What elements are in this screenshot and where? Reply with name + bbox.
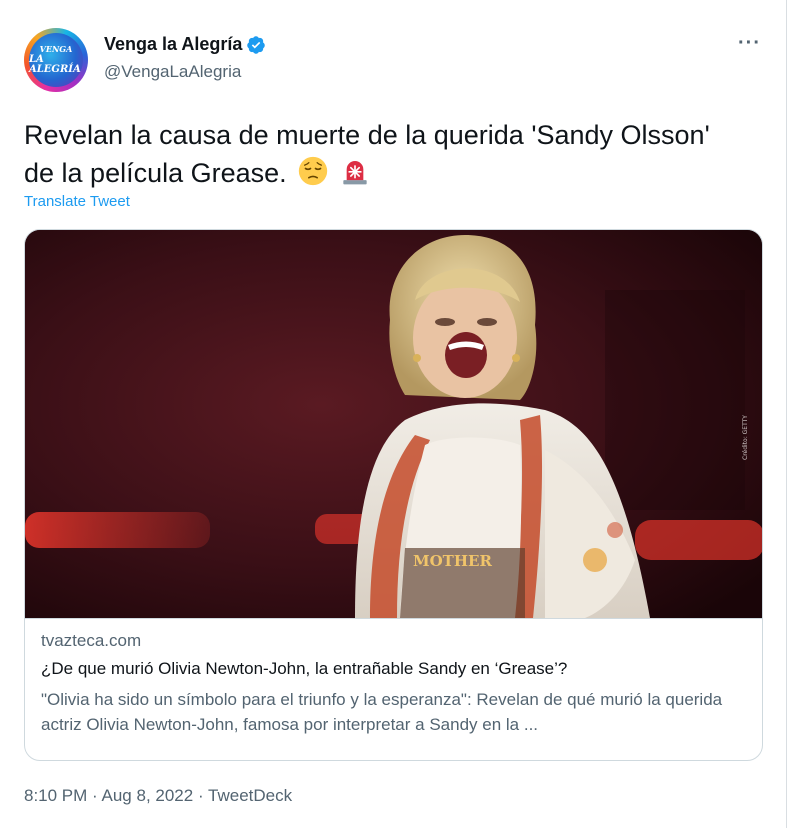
- meta-separator: ·: [92, 786, 98, 805]
- link-preview-card[interactable]: MOTHER Crédito: GETTY tvazteca.com ¿De q…: [24, 229, 763, 761]
- tweet[interactable]: VENGA LA ALEGRÍA Venga la Alegría @Venga…: [0, 0, 787, 828]
- card-description: "Olivia ha sido un símbolo para el triun…: [41, 690, 723, 734]
- author-handle[interactable]: @VengaLaAlegria: [104, 62, 241, 82]
- card-domain: tvazteca.com: [41, 631, 142, 650]
- more-options-icon[interactable]: ···: [738, 32, 761, 55]
- translate-tweet-link[interactable]: Translate Tweet: [24, 193, 130, 210]
- meta-separator: ·: [197, 786, 204, 805]
- tweet-time[interactable]: 8:10 PM: [24, 786, 87, 805]
- tweet-source[interactable]: TweetDeck: [208, 786, 292, 805]
- tweet-text: Revelan la causa de muerte de la querida…: [24, 116, 744, 192]
- card-image-shirt-text: MOTHER: [413, 552, 492, 570]
- tweet-meta: 8:10 PM · Aug 8, 2022 · TweetDeck: [24, 786, 292, 806]
- avatar-logo: VENGA LA ALEGRÍA: [29, 33, 83, 87]
- author-name-row[interactable]: Venga la Alegría: [104, 34, 266, 55]
- card-image[interactable]: MOTHER Crédito: GETTY: [25, 230, 762, 618]
- card-image-credit: Crédito: GETTY: [742, 415, 749, 460]
- verified-badge-icon: [247, 35, 266, 54]
- avatar[interactable]: VENGA LA ALEGRÍA: [24, 28, 88, 92]
- avatar-text-line2: LA ALEGRÍA: [29, 54, 81, 75]
- police-light-emoji-icon: [343, 161, 367, 185]
- author-display-name[interactable]: Venga la Alegría: [104, 34, 242, 55]
- avatar-text-line1: VENGA: [39, 44, 73, 54]
- card-body[interactable]: tvazteca.com ¿De que murió Olivia Newton…: [25, 618, 762, 760]
- card-photo: MOTHER Crédito: GETTY: [25, 230, 762, 618]
- card-title[interactable]: ¿De que murió Olivia Newton-John, la ent…: [41, 659, 741, 679]
- pensive-face-emoji-icon: [299, 156, 328, 186]
- tweet-date[interactable]: Aug 8, 2022: [102, 786, 194, 805]
